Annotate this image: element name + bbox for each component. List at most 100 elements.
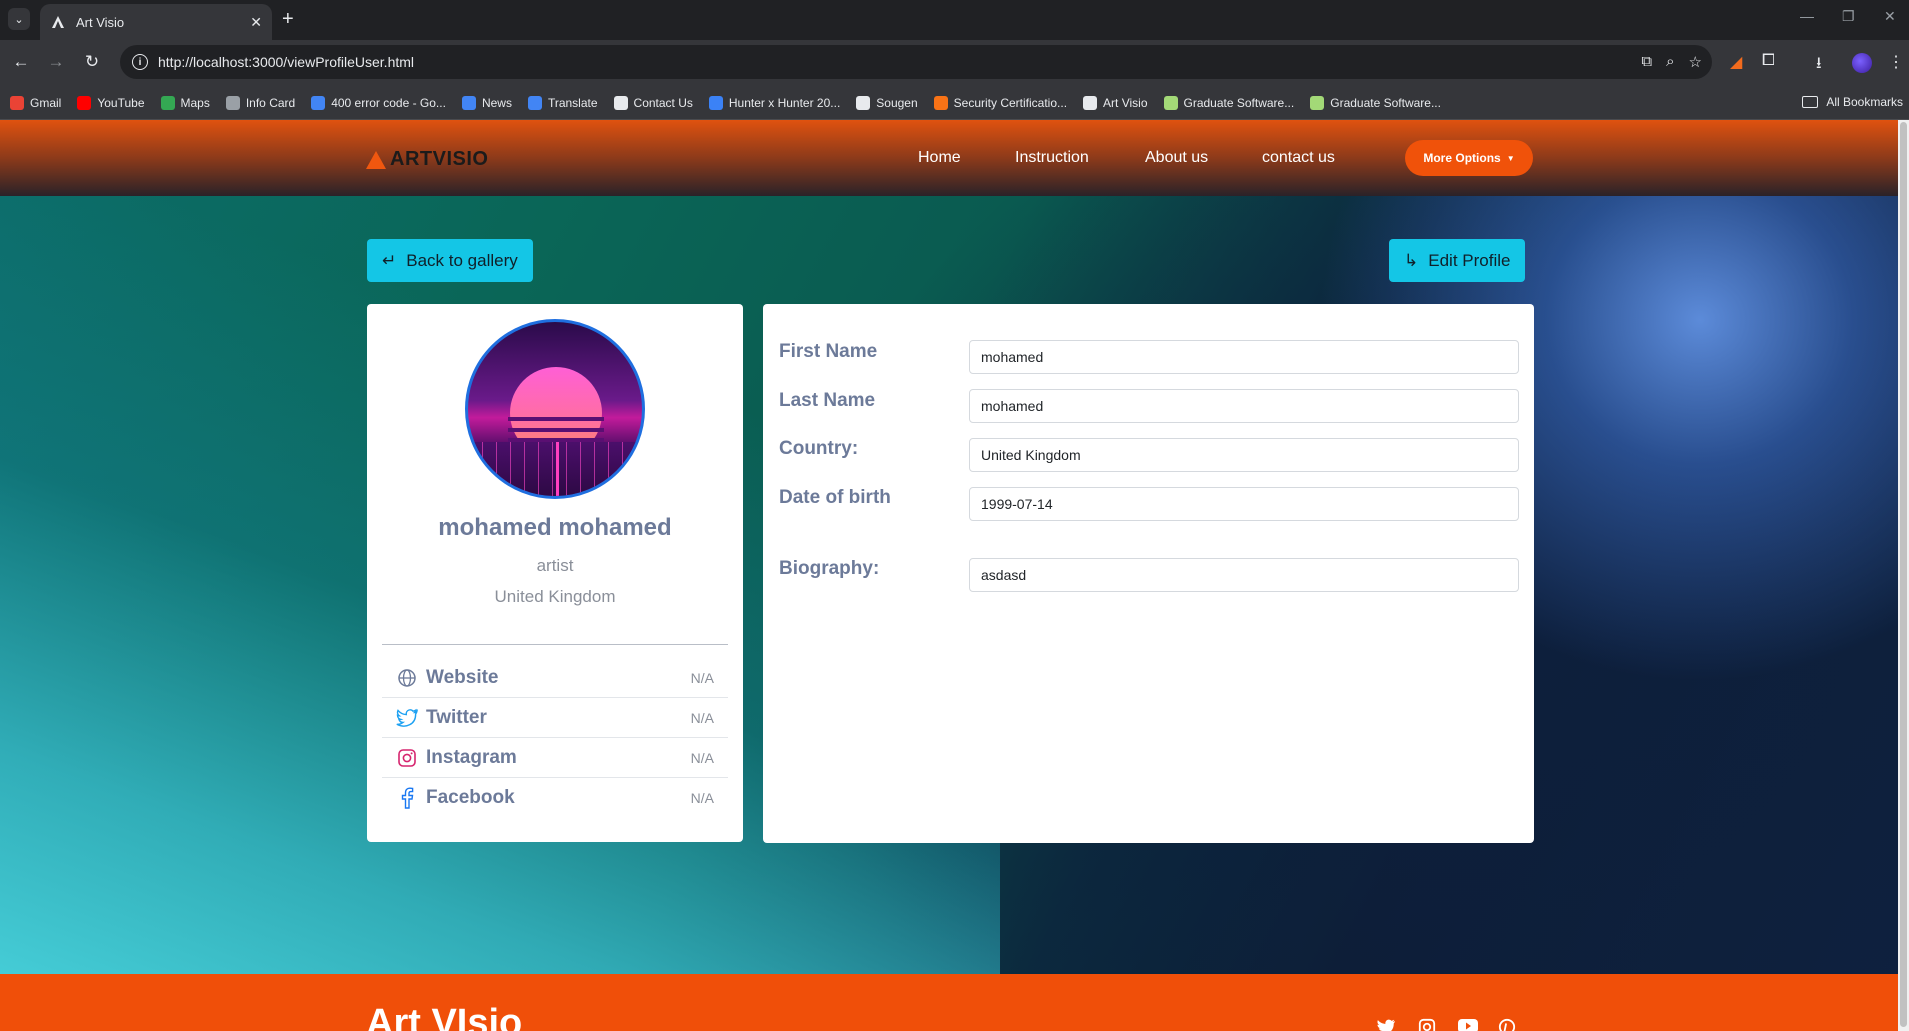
nav-instruction[interactable]: Instruction <box>1015 149 1089 167</box>
bookmark-label: Graduate Software... <box>1183 95 1295 110</box>
pinterest-icon[interactable] <box>1498 1018 1516 1031</box>
nav-home[interactable]: Home <box>918 149 961 167</box>
menu-kebab-icon[interactable]: ⋮ <box>1888 52 1904 72</box>
social-value: N/A <box>690 669 714 686</box>
more-options-label: More Options <box>1423 151 1501 165</box>
bookmark-item[interactable]: Hunter x Hunter 20... <box>708 95 841 110</box>
back-arrow-icon[interactable]: ← <box>10 52 32 72</box>
country-label: Country: <box>779 438 859 459</box>
social-name: Instagram <box>426 746 517 768</box>
bookmarks-bar: Gmail YouTube Maps Info Card 400 error code … <box>0 86 1909 120</box>
download-icon[interactable]: ⭳ <box>1816 52 1822 79</box>
return-arrow-icon: ↵ <box>382 250 397 270</box>
bookmark-favicon-icon <box>708 95 723 110</box>
bookmark-label: Info Card <box>245 95 296 110</box>
new-tab-button[interactable]: + <box>282 8 294 30</box>
bookmark-label: News <box>481 95 512 110</box>
more-options-button[interactable]: More Options ▼ <box>1405 140 1533 176</box>
social-row-facebook[interactable]: Facebook N/A <box>382 778 728 818</box>
twitter-icon <box>396 707 418 729</box>
all-bookmarks-button[interactable]: All Bookmarks <box>1802 95 1903 109</box>
site-info-icon[interactable]: i <box>132 54 148 70</box>
bookmark-item[interactable]: News <box>461 95 512 110</box>
bookmark-favicon-icon <box>527 95 542 110</box>
bookmark-item[interactable]: Contact Us <box>613 95 693 110</box>
folder-icon <box>1802 96 1819 108</box>
biography-field[interactable] <box>969 558 1519 592</box>
site-navbar: ARTVISIO Home Instruction About us conta… <box>0 120 1898 196</box>
social-row-website[interactable]: Website N/A <box>382 658 728 698</box>
bookmark-favicon-icon <box>1163 95 1178 110</box>
bookmark-label: Hunter x Hunter 20... <box>728 95 841 110</box>
bookmark-item[interactable]: Translate <box>527 95 598 110</box>
extension-icon[interactable]: ◢ <box>1730 52 1742 72</box>
open-in-app-icon[interactable]: ⧉ <box>1641 53 1652 71</box>
youtube-icon[interactable] <box>1458 1018 1478 1031</box>
last-name-field[interactable] <box>969 389 1519 423</box>
social-row-instagram[interactable]: Instagram N/A <box>382 738 728 778</box>
bookmark-label: Gmail <box>30 95 62 110</box>
restore-icon[interactable]: ❐ <box>1842 8 1855 25</box>
first-name-label: First Name <box>779 341 878 362</box>
bookmark-label: Graduate Software... <box>1330 95 1441 110</box>
country-field[interactable] <box>969 438 1519 472</box>
facebook-icon <box>396 787 418 809</box>
site-footer: Art VIsio <box>0 974 1898 1031</box>
back-to-gallery-button[interactable]: ↵ Back to gallery <box>367 239 533 282</box>
bookmark-label: Art Visio <box>1103 95 1148 110</box>
bookmark-label: Contact Us <box>633 95 693 110</box>
tab-search-button[interactable]: ⌄ <box>8 8 30 30</box>
bookmark-item[interactable]: Maps <box>160 95 210 110</box>
tab-title: Art Visio <box>76 14 125 30</box>
instagram-icon <box>396 747 418 769</box>
reload-icon[interactable]: ↻ <box>81 52 103 72</box>
address-bar[interactable]: i http://localhost:3000/viewProfileUser.… <box>120 45 1712 79</box>
bookmark-item[interactable]: Security Certificatio... <box>933 95 1067 110</box>
url-text[interactable]: http://localhost:3000/viewProfileUser.ht… <box>158 54 414 70</box>
extensions-puzzle-icon[interactable]: ⧠ <box>1762 52 1775 70</box>
close-tab-icon[interactable]: ✕ <box>250 14 262 31</box>
dob-label: Date of birth <box>779 487 891 508</box>
close-window-icon[interactable]: ✕ <box>1884 8 1896 25</box>
bookmark-favicon-icon <box>461 95 476 110</box>
bookmark-label: Maps <box>180 95 210 110</box>
nav-contact[interactable]: contact us <box>1262 149 1335 167</box>
twitter-icon[interactable] <box>1376 1018 1396 1031</box>
bookmark-item[interactable]: Graduate Software... <box>1310 95 1441 110</box>
profile-country: United Kingdom <box>494 587 616 606</box>
social-name: Twitter <box>426 706 487 728</box>
bookmark-item[interactable]: Gmail <box>10 95 62 110</box>
bookmark-favicon-icon <box>77 95 92 110</box>
edit-profile-button[interactable]: ↳ Edit Profile <box>1389 239 1526 282</box>
social-name: Facebook <box>426 787 515 808</box>
zoom-icon[interactable]: ⌕ <box>1666 53 1674 71</box>
social-row-twitter[interactable]: Twitter N/A <box>382 698 728 738</box>
bookmark-item[interactable]: YouTube <box>77 95 145 110</box>
edit-profile-label: Edit Profile <box>1428 250 1511 270</box>
profile-avatar-icon[interactable] <box>1852 53 1872 73</box>
instagram-icon[interactable] <box>1418 1018 1436 1031</box>
dob-field[interactable] <box>969 487 1519 521</box>
first-name-field[interactable] <box>969 340 1519 374</box>
minimize-icon[interactable]: — <box>1800 8 1814 24</box>
profile-card: mohamed mohamed artist United Kingdom We… <box>367 304 743 842</box>
bookmark-favicon-icon <box>225 95 240 110</box>
bookmark-item[interactable]: Sougen <box>856 95 918 110</box>
site-logo[interactable]: ARTVISIO <box>366 148 488 171</box>
forward-turn-icon: ↳ <box>1404 250 1419 270</box>
globe-icon <box>396 667 418 689</box>
bookmark-item[interactable]: 400 error code - Go... <box>311 95 446 110</box>
page-scrollbar[interactable] <box>1898 120 1909 1031</box>
bookmark-item[interactable]: Info Card <box>225 95 296 110</box>
bookmark-item[interactable]: Art Visio <box>1083 95 1148 110</box>
browser-tab[interactable]: Art Visio ✕ <box>40 4 272 40</box>
back-to-gallery-label: Back to gallery <box>406 250 518 270</box>
bookmark-star-icon[interactable]: ☆ <box>1689 53 1702 71</box>
social-value: N/A <box>690 709 714 726</box>
bookmark-favicon-icon <box>1083 95 1098 110</box>
browser-toolbar: ← → ↻ i http://localhost:3000/viewProfil… <box>0 40 1909 86</box>
artvisio-favicon-icon <box>52 16 64 28</box>
forward-arrow-icon[interactable]: → <box>45 52 67 72</box>
nav-about[interactable]: About us <box>1145 149 1208 167</box>
bookmark-item[interactable]: Graduate Software... <box>1163 95 1295 110</box>
